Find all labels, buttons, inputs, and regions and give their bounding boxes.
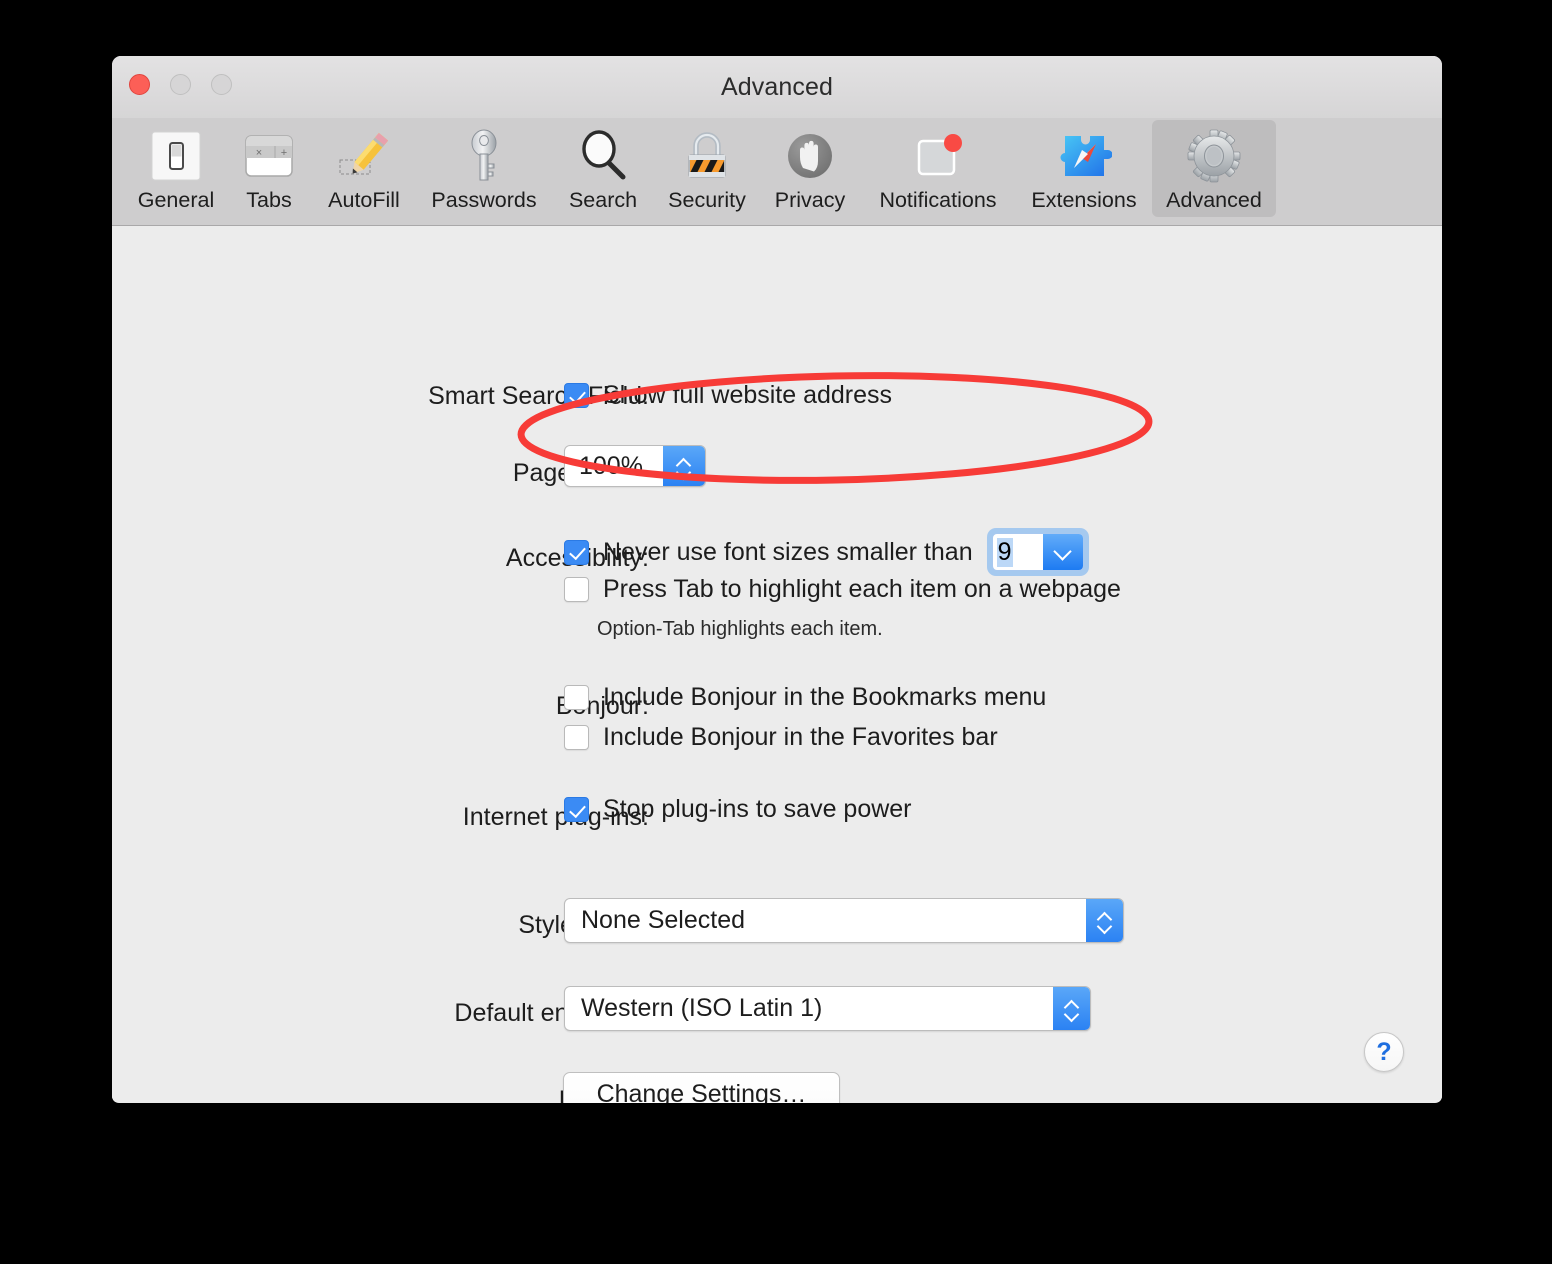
- page-zoom-value: 100%: [579, 451, 643, 480]
- min-font-size-combobox[interactable]: 9: [986, 528, 1089, 576]
- change-settings-button[interactable]: Change Settings…: [563, 1072, 840, 1103]
- style-sheet-arrows[interactable]: [1086, 899, 1123, 942]
- toolbar-item-label: Passwords: [431, 188, 537, 212]
- show-full-address-checkbox[interactable]: [564, 383, 589, 408]
- smart-search-field-row: Show full website address: [564, 381, 892, 410]
- page-zoom-stepper[interactable]: 100%: [564, 445, 706, 487]
- autofill-pencil-icon: [333, 126, 395, 186]
- toolbar-item-autofill[interactable]: AutoFill: [312, 120, 416, 217]
- svg-text:+: +: [281, 147, 287, 159]
- min-font-size-checkbox[interactable]: [564, 539, 589, 565]
- security-lock-icon: [676, 126, 738, 186]
- privacy-hand-icon: [779, 126, 841, 186]
- bonjour-favorites-label: Include Bonjour in the Favorites bar: [603, 723, 998, 751]
- page-zoom-arrows[interactable]: [663, 446, 705, 486]
- bonjour-bookmarks-checkbox[interactable]: [564, 685, 589, 710]
- notifications-icon: [907, 126, 969, 186]
- toolbar-item-notifications[interactable]: Notifications: [860, 120, 1016, 217]
- search-magnifier-icon: [572, 126, 634, 186]
- default-encoding-value: Western (ISO Latin 1): [581, 994, 823, 1022]
- svg-text:×: ×: [256, 147, 262, 159]
- toolbar-item-label: Advanced: [1166, 188, 1262, 212]
- min-font-size-dropdown-button[interactable]: [1042, 534, 1083, 570]
- min-font-size-value-wrap[interactable]: 9: [993, 534, 1043, 570]
- toolbar-item-advanced[interactable]: Advanced: [1152, 120, 1276, 217]
- chevron-down-icon: [1065, 1010, 1079, 1018]
- toolbar-item-label: Extensions: [1031, 188, 1137, 212]
- window-titlebar: Advanced: [112, 56, 1442, 118]
- help-button[interactable]: ?: [1364, 1032, 1404, 1072]
- toolbar-item-label: Security: [668, 188, 746, 212]
- default-encoding-arrows[interactable]: [1053, 987, 1090, 1030]
- advanced-settings-pane: Smart Search Field: Show full website ad…: [112, 226, 1442, 1103]
- toolbar-item-label: General: [137, 188, 215, 212]
- toolbar-item-label: Search: [568, 188, 638, 212]
- general-toggle-icon: [145, 126, 207, 186]
- stop-plugins-label: Stop plug-ins to save power: [603, 795, 912, 823]
- bonjour-bookmarks-row: Include Bonjour in the Bookmarks menu: [564, 683, 1046, 712]
- chevron-down-icon: [1054, 547, 1072, 557]
- bonjour-favorites-row: Include Bonjour in the Favorites bar: [564, 723, 998, 752]
- show-full-address-label: Show full website address: [603, 381, 893, 409]
- toolbar-item-tabs[interactable]: × + Tabs: [226, 120, 312, 217]
- toolbar-item-security[interactable]: Security: [654, 120, 760, 217]
- page-zoom-row: 100%: [564, 445, 706, 487]
- advanced-gear-icon: [1183, 126, 1245, 186]
- stop-plugins-checkbox[interactable]: [564, 797, 589, 822]
- toolbar-item-label: Privacy: [774, 188, 846, 212]
- toolbar-item-label: Notifications: [879, 188, 997, 212]
- toolbar-item-general[interactable]: General: [126, 120, 226, 217]
- default-encoding-popup[interactable]: Western (ISO Latin 1): [564, 986, 1091, 1031]
- toolbar-item-privacy[interactable]: Privacy: [760, 120, 860, 217]
- tab-highlight-row: Press Tab to highlight each item on a we…: [564, 575, 1121, 604]
- chevron-up-icon: [677, 457, 691, 465]
- extensions-puzzle-icon: [1053, 126, 1115, 186]
- toolbar-item-extensions[interactable]: Extensions: [1016, 120, 1152, 217]
- preferences-window: Advanced General × + Tabs AutoFill Passw…: [112, 56, 1442, 1103]
- toolbar-item-label: AutoFill: [328, 188, 400, 212]
- style-sheet-popup[interactable]: None Selected: [564, 898, 1124, 943]
- toolbar-item-passwords[interactable]: Passwords: [416, 120, 552, 217]
- internet-plugins-row: Stop plug-ins to save power: [564, 795, 912, 824]
- min-font-size-label: Never use font sizes smaller than: [603, 537, 973, 566]
- accessibility-hint: Option-Tab highlights each item.: [597, 618, 883, 640]
- window-title: Advanced: [721, 73, 833, 101]
- bonjour-favorites-checkbox[interactable]: [564, 725, 589, 750]
- tabs-icon: × +: [238, 126, 300, 186]
- passwords-key-icon: [453, 126, 515, 186]
- toolbar-item-label: Tabs: [246, 188, 292, 212]
- chevron-down-icon: [677, 468, 691, 476]
- style-sheet-value: None Selected: [581, 906, 746, 934]
- preferences-toolbar: General × + Tabs AutoFill Passwords Sear…: [112, 118, 1442, 226]
- toolbar-item-search[interactable]: Search: [552, 120, 654, 217]
- bonjour-bookmarks-label: Include Bonjour in the Bookmarks menu: [603, 683, 1047, 711]
- chevron-down-icon: [1098, 922, 1112, 930]
- tab-highlight-label: Press Tab to highlight each item on a we…: [603, 575, 1121, 603]
- min-font-size-value: 9: [996, 537, 1013, 567]
- tab-highlight-checkbox[interactable]: [564, 577, 589, 602]
- accessibility-min-font-row: Never use font sizes smaller than 9: [564, 528, 1089, 576]
